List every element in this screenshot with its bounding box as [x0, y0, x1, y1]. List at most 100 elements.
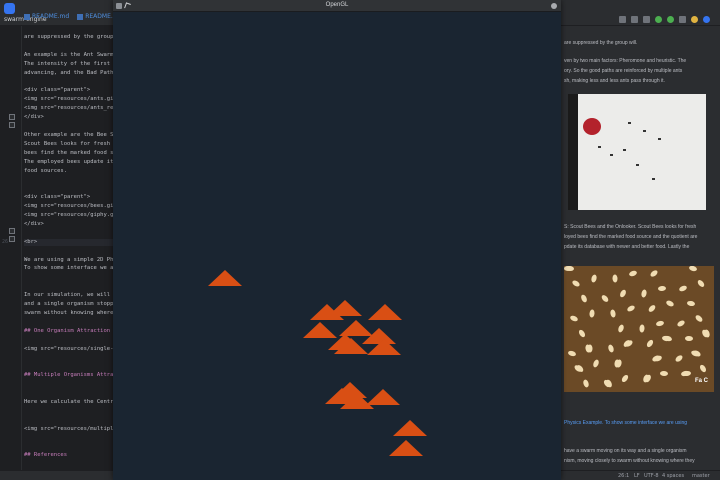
plugins-icon[interactable]: [691, 15, 698, 23]
tab-label: README.md: [32, 13, 70, 20]
code-line[interactable]: Here we calculate the Centroi: [24, 399, 120, 406]
preview-line: Physics Example. To show some interface …: [564, 420, 688, 426]
code-line[interactable]: are suppressed by the group w: [24, 34, 120, 41]
bee: [639, 324, 645, 333]
bee: [612, 274, 618, 283]
code-line[interactable]: <div class="parent">: [24, 87, 90, 94]
code-line[interactable]: <img src="resources/bees.gif": [24, 203, 120, 210]
code-line[interactable]: swarm without knowing where t: [24, 310, 120, 317]
close-icon[interactable]: [551, 3, 557, 9]
bee: [582, 378, 590, 389]
preview-line: nism, moving closely to swarm without kn…: [564, 458, 695, 464]
canvas-background: [113, 12, 561, 480]
bees-image: Fa C: [564, 266, 714, 392]
preview-line: have a swarm moving on its way and a sin…: [564, 448, 687, 454]
code-line[interactable]: ## Multiple Organisms Attract: [24, 372, 120, 379]
code-line[interactable]: To show some interface we are: [24, 265, 120, 272]
bee: [649, 269, 659, 278]
ant: [643, 130, 646, 132]
ant: [610, 154, 613, 156]
bee: [609, 309, 617, 318]
preview-line: loyed bees find the marked food source a…: [564, 234, 698, 240]
code-line[interactable]: An example is the Ant Swarm p: [24, 52, 120, 59]
account-icon[interactable]: [703, 15, 710, 23]
fold-marker-icon[interactable]: [9, 114, 15, 120]
ants-image: [568, 94, 706, 210]
window-titlebar[interactable]: OpenGL: [113, 0, 561, 12]
tab-readme-editor[interactable]: README.md: [24, 13, 69, 25]
opengl-window[interactable]: OpenGL: [113, 0, 561, 480]
bee: [567, 349, 577, 358]
fold-marker-icon[interactable]: [9, 236, 15, 242]
markdown-preview[interactable]: are suppressed by the group will. ven by …: [560, 26, 720, 470]
bee: [694, 313, 704, 324]
line-gutter: 26: [0, 26, 22, 476]
code-line[interactable]: <img src="resources/ants.gif": [24, 96, 120, 103]
code-line[interactable]: </div>: [24, 114, 44, 121]
code-line[interactable]: The intensity of the first de: [24, 61, 120, 68]
code-line[interactable]: In our simulation, we will on: [24, 292, 120, 299]
code-line[interactable]: <img src="resources/multiple-: [24, 426, 120, 433]
bee: [579, 293, 589, 304]
ant: [628, 122, 631, 124]
cursor-position[interactable]: 26:1: [618, 473, 629, 479]
window-title: OpenGL: [325, 2, 349, 8]
code-line[interactable]: </div>: [24, 221, 44, 228]
bee: [592, 358, 600, 369]
run-icon[interactable]: [655, 15, 662, 23]
code-line[interactable]: ## One Organism Attraction Ex: [24, 328, 120, 335]
bee: [590, 274, 598, 283]
preview-line: pdate its database with newer and better…: [564, 244, 690, 250]
bee: [628, 269, 638, 278]
preview-line: ory. So the good paths are reinforced by…: [564, 68, 683, 74]
indent-setting[interactable]: 4 spaces: [662, 473, 684, 479]
code-line[interactable]: <img src="resources/giphy.gif: [24, 212, 120, 219]
code-line[interactable]: ## References: [24, 452, 67, 459]
preview-line: S: Scout Bees and the Onlooker. Scout Be…: [564, 224, 697, 230]
code-line[interactable]: advancing, and the Bad Paths: [24, 70, 117, 77]
ant: [658, 138, 661, 140]
fold-marker-icon[interactable]: [9, 228, 15, 234]
git-branch[interactable]: master: [692, 473, 710, 479]
debug-icon[interactable]: [631, 15, 638, 23]
bee: [682, 370, 692, 377]
preview-line: sh, making less and less ants pass throu…: [564, 78, 665, 84]
bee: [577, 328, 587, 339]
code-line[interactable]: Scout Bees looks for fresh fo: [24, 141, 120, 148]
bee: [688, 266, 698, 273]
settings-icon[interactable]: [619, 15, 626, 23]
preview-line: are suppressed by the group will.: [564, 40, 638, 46]
code-line[interactable]: Other example are the Bee Swa: [24, 132, 120, 139]
bee: [620, 373, 630, 384]
preview-line: ven by two main factors: Pheromone and h…: [564, 58, 687, 64]
bee: [647, 303, 657, 314]
image-logo: Fa C: [694, 378, 708, 384]
bee: [684, 335, 694, 342]
code-line[interactable]: food sources.: [24, 168, 67, 175]
fold-marker-icon[interactable]: [9, 122, 15, 128]
code-line[interactable]: <img src="resources/ants_real: [24, 105, 120, 112]
file-encoding[interactable]: UTF-8: [644, 473, 659, 479]
line-separator[interactable]: LF: [634, 473, 640, 479]
bee: [569, 314, 579, 323]
bee: [698, 363, 708, 374]
code-line[interactable]: and a single organism stopped: [24, 301, 120, 308]
bee: [571, 279, 581, 288]
bee: [645, 338, 655, 349]
bee: [618, 288, 628, 299]
check-icon[interactable]: [667, 15, 674, 23]
code-line[interactable]: bees find the marked food sou: [24, 150, 120, 157]
code-line[interactable]: We are using a simple 2D Phys: [24, 257, 120, 264]
code-line[interactable]: <div class="parent">: [24, 194, 90, 201]
image-strip: [568, 94, 578, 210]
bee: [676, 319, 686, 328]
bee: [659, 370, 669, 377]
code-line[interactable]: The employed bees update its: [24, 159, 117, 166]
simulation-canvas[interactable]: [113, 12, 561, 480]
edit-icon[interactable]: [679, 15, 686, 23]
code-line[interactable]: <img src="resources/single-or: [24, 346, 120, 353]
bee: [653, 354, 663, 363]
profile-icon[interactable]: [643, 15, 650, 23]
ant: [623, 149, 626, 151]
bee: [575, 363, 585, 374]
